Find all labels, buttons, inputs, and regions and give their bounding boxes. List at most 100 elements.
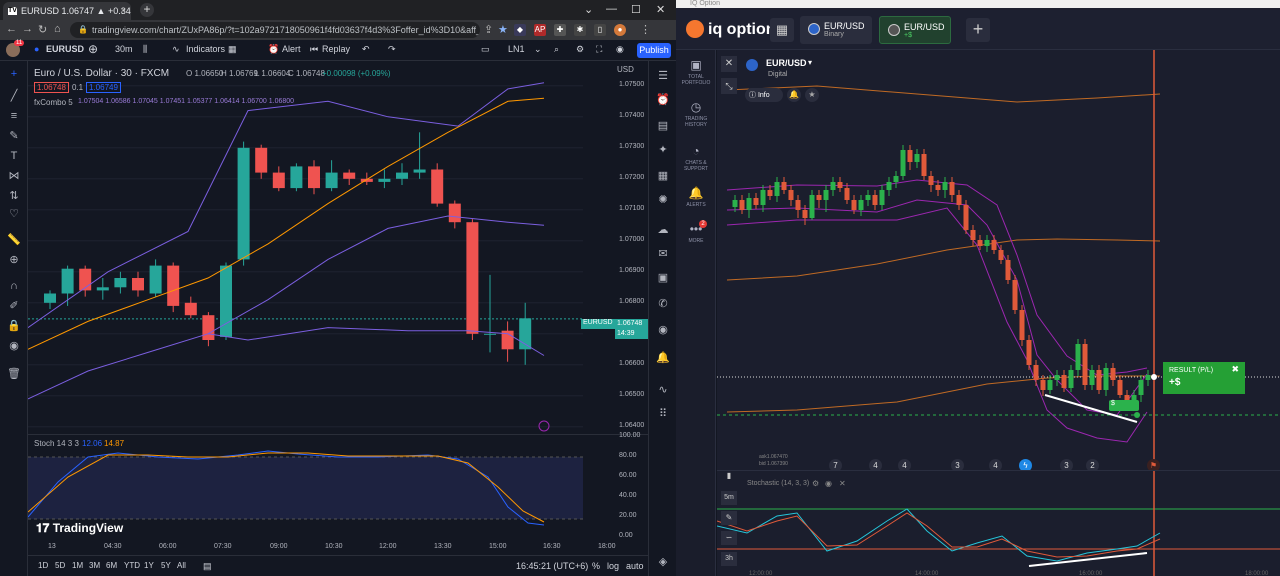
indicators-button[interactable]: Indicators (186, 44, 225, 54)
alerts-clock-icon[interactable]: ⏰ (656, 93, 670, 107)
replay-button[interactable]: Replay (322, 44, 350, 54)
lock-drawings-icon[interactable]: 🔒 (7, 319, 21, 333)
settings-gear-icon[interactable]: ⚙ (576, 44, 584, 55)
timeframe-3h[interactable]: 3h (721, 552, 737, 566)
stoch-eye-icon[interactable]: ◉ (825, 479, 832, 488)
range-button[interactable]: All (177, 561, 186, 570)
percent-scale-toggle[interactable]: % (592, 561, 600, 571)
minimize-icon[interactable]: — (606, 3, 617, 15)
magnet-icon[interactable]: ∩ (7, 279, 21, 293)
sidebar-item-portfolio[interactable]: ▣ TOTAL PORTFOLIO (676, 58, 716, 86)
quick-search-icon[interactable]: ⌕ (554, 44, 559, 55)
range-button[interactable]: 5Y (161, 561, 171, 570)
stoch-close-icon[interactable]: ✕ (839, 479, 846, 488)
pulse-icon[interactable]: ∿ (656, 383, 670, 397)
date-range-calendar-icon[interactable]: ▤ (203, 561, 212, 572)
iq-stoch-pane[interactable]: Stochastic (14, 3, 3) ⚙ ◉ ✕ ▮ 5m ✎ ∽ 3h … (717, 470, 1280, 576)
range-button[interactable]: 6M (106, 561, 117, 570)
profile-avatar[interactable]: ● (614, 24, 626, 36)
extension-puzzle-icon[interactable]: ✚ (554, 24, 566, 36)
crosshair-icon[interactable]: + (7, 67, 21, 81)
asset-tab-digital[interactable]: EUR/USD +$ (879, 16, 951, 44)
news-icon[interactable]: ▤ (656, 119, 670, 133)
range-button[interactable]: 3M (89, 561, 100, 570)
ideas-bulb-icon[interactable]: ✺ (656, 193, 670, 207)
calendar-icon[interactable]: ▦ (656, 169, 670, 183)
brush-icon[interactable]: ✎ (7, 129, 21, 143)
close-window-icon[interactable]: ✕ (656, 3, 665, 16)
layout-name-button[interactable]: LN1 (508, 44, 525, 54)
range-button[interactable]: 1Y (144, 561, 154, 570)
url-field[interactable]: 🔒 tradingview.com/chart/ZUxPA86p/?t=102a… (70, 22, 480, 38)
chart-type-candles-icon[interactable]: ⫼ (143, 44, 147, 55)
layout-rect-icon[interactable]: ▭ (481, 44, 490, 55)
iq-chart-canvas[interactable] (717, 50, 1280, 470)
fib-icon[interactable]: ≡ (7, 109, 21, 123)
stoch-settings-icon[interactable]: ⚙ (812, 479, 819, 488)
buy-price[interactable]: 1.06749 (86, 82, 121, 93)
browser-menu-icon[interactable]: ⋮ (640, 23, 651, 36)
redo-icon[interactable]: ↷ (388, 44, 396, 55)
favorite-star-icon[interactable]: ★ (805, 88, 819, 102)
result-pl-panel[interactable]: RESULT (P/L) +$ ✖ (1163, 362, 1245, 394)
draw-pencil-icon[interactable]: ✎ (721, 511, 737, 525)
chevron-down-icon[interactable]: ⌄ (584, 3, 593, 16)
alert-bell-icon[interactable]: 🔔 (787, 88, 801, 102)
time-axis[interactable]: 13 04:30 06:00 07:30 09:00 10:30 12:00 13:30 15:… (28, 538, 648, 555)
chats-icon[interactable]: ✉ (656, 247, 670, 261)
close-chart-icon[interactable]: ✕ (721, 56, 737, 72)
trash-icon[interactable]: 🗑 (7, 367, 21, 381)
layers-icon[interactable]: ◈ (656, 555, 670, 569)
alert-button[interactable]: Alert (282, 44, 301, 54)
watchlist-icon[interactable]: ☰ (656, 69, 670, 83)
bell-icon[interactable]: 🔔 (656, 351, 670, 365)
zoom-in-icon[interactable]: ⊕ (7, 253, 21, 267)
trendline-icon[interactable]: ╱ (7, 89, 21, 103)
pattern-icon[interactable]: ⋈ (7, 169, 21, 183)
info-button[interactable]: ⓘ Info (745, 88, 783, 102)
layout-chevron-icon[interactable]: ⌄ (534, 44, 542, 55)
sidebar-item-alerts[interactable]: 🔔 ALERTS (676, 186, 716, 208)
range-button[interactable]: YTD (124, 561, 140, 570)
publish-button[interactable]: Publish (637, 43, 671, 58)
prediction-icon[interactable]: ⇅ (7, 189, 21, 203)
grid-menu-icon[interactable]: ▦ (770, 18, 794, 42)
browser-tab[interactable]: TV EURUSD 1.06747 ▲ +0.34% LN1 × (3, 2, 131, 20)
chart-type-icon[interactable]: ∽ (721, 531, 737, 545)
bookmark-star-icon[interactable]: ★ (498, 23, 508, 36)
collapse-icon[interactable]: ⤡ (721, 78, 737, 94)
auto-scale-toggle[interactable]: auto (626, 561, 644, 571)
interval-button[interactable]: 30m (115, 44, 133, 54)
close-tab-icon[interactable]: × (121, 5, 126, 15)
extension-shield-icon[interactable]: ◆ (514, 24, 526, 36)
extensions-menu-icon[interactable]: ✱ (574, 24, 586, 36)
favorites-heart-icon[interactable]: ♡ (7, 207, 21, 221)
hide-drawings-eye-icon[interactable]: ◉ (7, 339, 21, 353)
streams-icon[interactable]: ☁ (656, 223, 670, 237)
fullscreen-icon[interactable]: ⛶ (596, 44, 602, 55)
broadcast-icon[interactable]: ◉ (656, 323, 670, 337)
asset-name[interactable]: EUR/USD (766, 58, 807, 68)
home-icon[interactable]: ⌂ (54, 23, 61, 35)
tv-chart-canvas[interactable] (28, 61, 648, 433)
share-icon[interactable]: ⇪ (484, 23, 493, 36)
ruler-icon[interactable]: 📏 (7, 233, 21, 247)
close-result-icon[interactable]: ✖ (1231, 364, 1239, 375)
sidebar-panel-icon[interactable]: ▯ (594, 24, 606, 36)
timeframe-5m[interactable]: 5m (721, 491, 737, 505)
tv-stoch-pane[interactable]: Stoch 14 3 3 12.06 14.87 100.00 80.00 60.0… (28, 432, 648, 539)
sidebar-item-more[interactable]: ••• MORE (676, 222, 716, 244)
stay-drawing-icon[interactable]: ✐ (7, 299, 21, 313)
back-icon[interactable]: ← (6, 23, 17, 35)
maximize-icon[interactable]: ☐ (631, 3, 641, 16)
sidebar-item-chats[interactable]: ◔ CHATS & SUPPORT (676, 144, 716, 172)
text-tool-icon[interactable]: T (7, 149, 21, 163)
add-asset-button[interactable]: + (966, 18, 990, 42)
log-scale-toggle[interactable]: log (607, 561, 619, 571)
undo-icon[interactable]: ↶ (362, 44, 370, 55)
sidebar-item-history[interactable]: ◷ TRADING HISTORY (676, 100, 716, 128)
hotlist-fire-icon[interactable]: ✦ (656, 143, 670, 157)
iq-main-chart[interactable]: ✕ ⤡ EUR/USD ▾ Digital ⓘ Info 🔔 ★ ask1.06… (717, 50, 1280, 472)
notifications-icon[interactable]: ✆ (656, 297, 670, 311)
templates-grid-icon[interactable]: ▦ (228, 44, 237, 55)
